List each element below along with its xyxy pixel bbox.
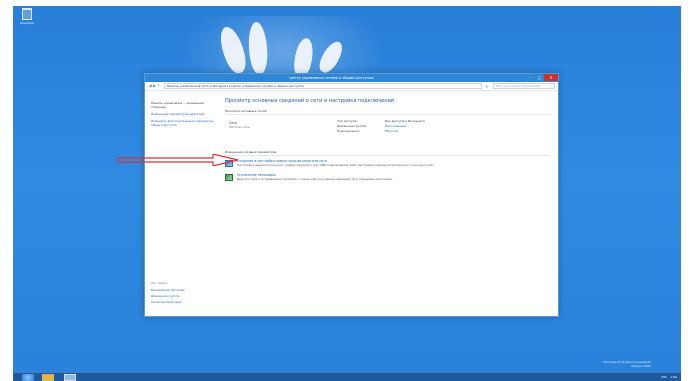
- up-icon[interactable]: ↑: [157, 82, 161, 90]
- sidebar-home-link[interactable]: Панель управления — домашняя страница: [151, 101, 213, 109]
- troubleshoot-description: Диагностика и исправление проблем с сеть…: [237, 177, 394, 181]
- network-type: Частная сеть: [229, 125, 250, 129]
- new-connection-description: Настройка широкополосного, коммутируемог…: [237, 163, 434, 167]
- network-identity: Сеть Частная сеть: [229, 121, 250, 129]
- minimize-button[interactable]: –: [526, 74, 535, 81]
- title-bar[interactable]: Центр управления сетями и общим доступом…: [145, 74, 558, 82]
- see-also-browser-options-link[interactable]: Свойства браузера: [151, 300, 213, 304]
- task-text: Создание и настройка нового подключения …: [237, 159, 437, 167]
- see-also-firewall-link[interactable]: Брандмауэр Windows: [151, 288, 213, 292]
- watermark-build: Сборка 9200: [631, 364, 651, 368]
- main-content: Просмотр основных сведений о сети и наст…: [225, 98, 550, 187]
- desktop: Корзина Центр управления сетями и общим …: [13, 6, 681, 381]
- see-also-homegroup-link[interactable]: Домашняя группа: [151, 294, 213, 298]
- active-network: Сеть Частная сеть Тип доступа: Без досту…: [225, 118, 550, 140]
- arrow-shape: [117, 154, 238, 166]
- red-arrow-annotation: [117, 154, 238, 166]
- address-bar: ◀ ▶ ↑ Панель управления ▸ Сеть и Интерне…: [145, 82, 558, 91]
- network-properties: Тип доступа: Без доступа к Интернету Дом…: [337, 119, 425, 134]
- tray-language[interactable]: РУС: [662, 374, 668, 381]
- recycle-bin[interactable]: Корзина: [16, 8, 38, 25]
- connections-label: Подключения:: [337, 129, 360, 133]
- task-troubleshoot: Устранение неполадок Диагностика и испра…: [225, 173, 550, 181]
- ie-taskbar-icon[interactable]: [22, 374, 34, 381]
- recycle-bin-label: Корзина: [20, 21, 34, 25]
- sidebar: Панель управления — домашняя страница Из…: [151, 101, 213, 130]
- sidebar-link-adapter-settings[interactable]: Изменение параметров адаптера: [151, 112, 213, 116]
- network-center-window: Центр управления сетями и общим доступом…: [144, 73, 559, 317]
- ethernet-link[interactable]: Ethernet: [385, 129, 398, 134]
- close-button[interactable]: ✕: [544, 74, 558, 81]
- change-settings-caption: Изменение сетевых параметров: [225, 150, 550, 156]
- window-title: Центр управления сетями и общим доступом: [289, 76, 374, 80]
- refresh-icon[interactable]: ↻: [485, 84, 489, 89]
- search-icon: ⌕: [551, 84, 553, 88]
- see-also: См. также Брандмауэр Windows Домашняя гр…: [151, 281, 213, 306]
- tray-clock[interactable]: 1:50: [670, 374, 677, 381]
- system-tray: РУС 1:50: [659, 374, 677, 381]
- page-title: Просмотр основных сведений о сети и наст…: [225, 98, 394, 104]
- sidebar-link-sharing-settings[interactable]: Изменить дополнительные параметры общего…: [151, 119, 213, 127]
- see-also-caption: См. также: [151, 281, 168, 285]
- task-text: Устранение неполадок Диагностика и испра…: [237, 173, 437, 181]
- task-new-connection: Создание и настройка нового подключения …: [225, 159, 550, 167]
- active-networks-caption: Просмотр активных сетей: [225, 109, 550, 115]
- window-controls: – □ ✕: [526, 74, 558, 82]
- search-placeholder: Поиск в панели управления: [496, 84, 541, 88]
- troubleshoot-icon: [225, 174, 233, 181]
- taskbar: РУС 1:50: [13, 372, 681, 381]
- network-center-taskbar-icon[interactable]: [64, 374, 76, 381]
- windows-watermark: Windows 8 Профессиональная Сборка 9200: [603, 360, 651, 368]
- maximize-button[interactable]: □: [535, 74, 544, 81]
- explorer-taskbar-icon[interactable]: [42, 374, 54, 381]
- breadcrumb[interactable]: Панель управления ▸ Сеть и Интернет ▸ Це…: [163, 83, 482, 89]
- search-input[interactable]: Поиск в панели управления ⌕: [493, 83, 555, 89]
- network-row: Подключения: Ethernet: [337, 129, 425, 134]
- recycle-bin-icon: [22, 8, 32, 20]
